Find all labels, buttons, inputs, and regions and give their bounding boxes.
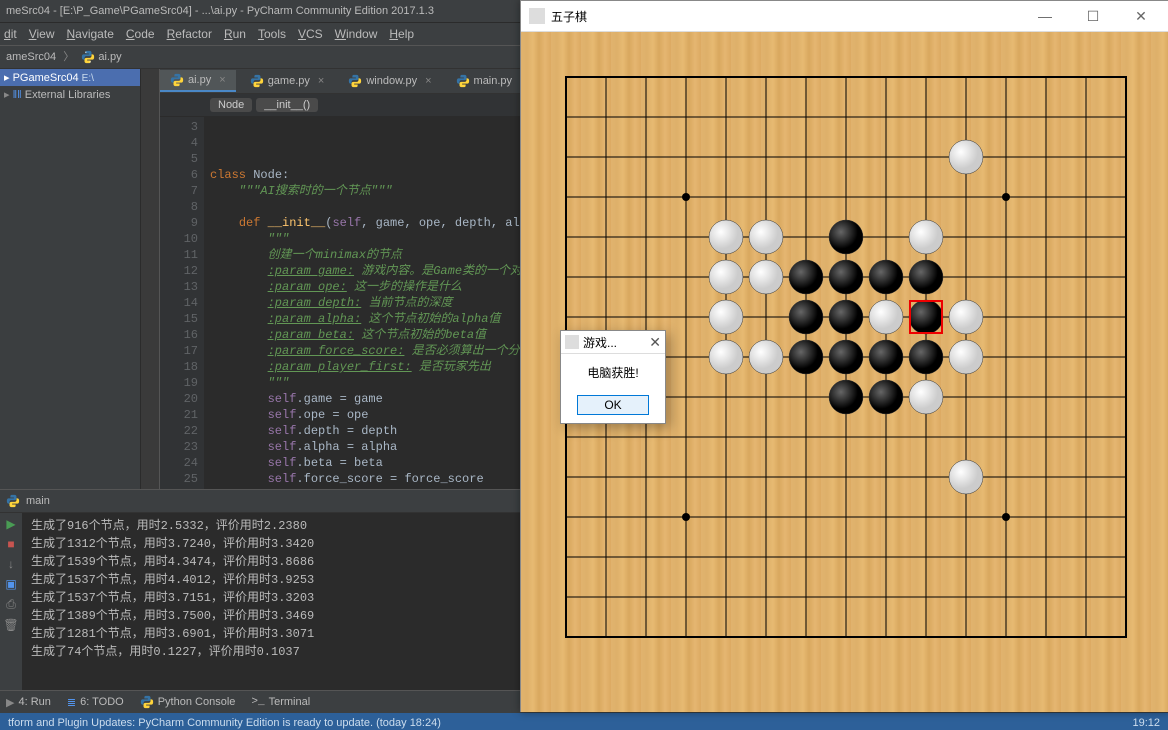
menu-vcs[interactable]: VCS [298, 27, 323, 41]
tab-ai-py[interactable]: ai.py× [160, 70, 236, 92]
close-tab-icon[interactable]: × [219, 74, 225, 86]
project-root[interactable]: ▸ PGameSrc04 E:\ [0, 69, 140, 86]
ok-button[interactable]: OK [577, 395, 649, 415]
tab-game-py[interactable]: game.py× [240, 71, 335, 91]
trash-icon[interactable]: 🗑 [3, 618, 18, 632]
app-icon [529, 8, 545, 24]
close-icon[interactable]: ✕ [649, 334, 661, 351]
breadcrumb-root[interactable]: ameSrc04 [6, 51, 56, 63]
dialog-title: 游戏... [583, 334, 617, 351]
method-chip[interactable]: __init__() [256, 98, 318, 112]
tab-run[interactable]: ▶ 4: Run [6, 696, 51, 709]
tab-terminal[interactable]: >_ Terminal [251, 696, 310, 708]
line-numbers: 345678910111213141516171819202122232425 [160, 117, 204, 489]
dialog-body: 电脑获胜! [561, 354, 665, 391]
python-icon [81, 50, 95, 64]
close-button[interactable]: ✕ [1121, 8, 1161, 25]
pin-icon[interactable]: ⎙ [6, 597, 16, 612]
dialog-icon [565, 335, 579, 349]
menu-tools[interactable]: Tools [258, 27, 286, 41]
minimize-button[interactable]: — [1025, 8, 1065, 25]
menu-dit[interactable]: dit [4, 27, 17, 41]
layout-icon[interactable]: ▣ [5, 577, 16, 591]
chevron-right-icon: 〉 [63, 51, 74, 63]
stop-icon[interactable]: ■ [7, 537, 14, 551]
menu-navigate[interactable]: Navigate [67, 27, 114, 41]
tab-python-console[interactable]: Python Console [140, 695, 236, 709]
game-result-dialog: 游戏... ✕ 电脑获胜! OK [560, 330, 666, 424]
run-gutter: ▶ ■ ↓ ▣ ⎙ 🗑 [0, 513, 23, 690]
external-libraries[interactable]: ▸ ‖‖ External Libraries [0, 86, 140, 103]
menu-view[interactable]: View [29, 27, 55, 41]
project-sidebar: ▸ PGameSrc04 E:\ ▸ ‖‖ External Libraries [0, 69, 141, 489]
dialog-titlebar[interactable]: 游戏... ✕ [561, 331, 665, 354]
menu-run[interactable]: Run [224, 27, 246, 41]
tab-window-py[interactable]: window.py× [338, 71, 441, 91]
status-message[interactable]: tform and Plugin Updates: PyCharm Commun… [8, 717, 441, 729]
class-chip[interactable]: Node [210, 98, 252, 112]
status-bar: tform and Plugin Updates: PyCharm Commun… [0, 713, 1168, 730]
close-tab-icon[interactable]: × [318, 75, 324, 87]
close-tab-icon[interactable]: × [425, 75, 431, 87]
rerun-icon[interactable]: ▶ [6, 517, 15, 531]
breadcrumb-file[interactable]: ai.py [98, 51, 121, 63]
python-icon [6, 494, 20, 508]
tab-todo[interactable]: ≣ 6: TODO [67, 696, 124, 709]
maximize-button[interactable]: ☐ [1073, 8, 1113, 25]
gomoku-title-text: 五子棋 [551, 8, 587, 25]
menu-window[interactable]: Window [335, 27, 378, 41]
menu-code[interactable]: Code [126, 27, 155, 41]
status-time: 19:12 [1132, 717, 1160, 729]
menu-help[interactable]: Help [389, 27, 414, 41]
gomoku-titlebar[interactable]: 五子棋 — ☐ ✕ [521, 1, 1168, 32]
gutter-strip [141, 69, 160, 489]
menu-refactor[interactable]: Refactor [167, 27, 212, 41]
down-icon[interactable]: ↓ [8, 557, 14, 571]
run-config-name[interactable]: main [26, 495, 50, 507]
